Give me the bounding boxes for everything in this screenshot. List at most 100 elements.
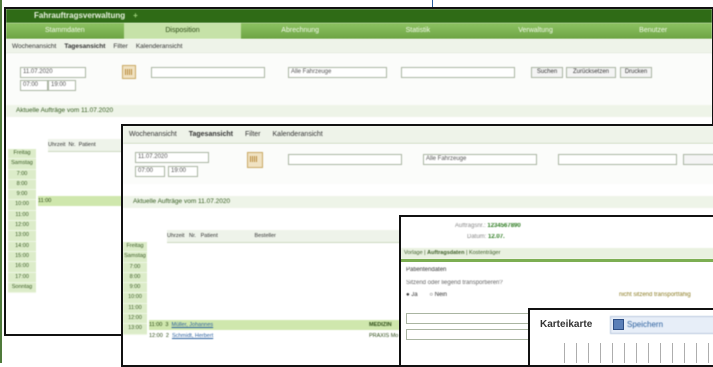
date-row: Datum: 12.07.: [467, 234, 505, 240]
record-card-title: Karteikarte: [540, 319, 593, 330]
tab-disposition[interactable]: Disposition: [123, 23, 242, 39]
time-cell[interactable]: 17:00: [8, 273, 36, 283]
table-row[interactable]: 11:00 3 Müller, Johannes MEDIZIN: [149, 320, 409, 330]
patient-search-input[interactable]: [288, 154, 402, 165]
order-number-label: Auftragsnr.:: [455, 223, 486, 229]
tab-benutzer[interactable]: Benutzer: [594, 23, 712, 39]
time-cell[interactable]: 8:00: [123, 273, 147, 284]
hint-text: nicht sitzend transportfähig: [619, 292, 691, 298]
highlight-row[interactable]: 11:00: [38, 196, 128, 206]
subtab-filter[interactable]: Filter: [113, 43, 127, 50]
time-column: Freitag Samstag 7:00 8:00 9:00 10:00 11:…: [8, 149, 36, 294]
table-row[interactable]: 12:00 2 Schmidt, Herbert PRAXIS Mo: [149, 331, 409, 341]
radio-yes[interactable]: ● Ja: [406, 292, 418, 298]
tab-verwaltung[interactable]: Verwaltung: [477, 23, 595, 39]
reset-button[interactable]: Zurücksetzen: [566, 67, 616, 78]
app-title: Fahrauftragsverwaltung: [34, 11, 126, 20]
time-from-input[interactable]: 07:00: [20, 80, 48, 91]
nav-item[interactable]: Kostenträger: [469, 250, 501, 256]
filter-row: 11.07.2020 07:00 19:00 Alle Fahrzeuge: [123, 144, 713, 184]
chart-ticks: [564, 343, 713, 363]
time-cell[interactable]: 10:00: [8, 200, 36, 211]
patient-search-input[interactable]: [151, 67, 265, 78]
status-select[interactable]: [558, 154, 677, 165]
time-cell[interactable]: 11:00: [8, 211, 36, 222]
radio-no[interactable]: ○ Nein: [429, 292, 447, 298]
time-cell[interactable]: 9:00: [8, 190, 36, 201]
print-button[interactable]: Drucken: [620, 67, 652, 78]
tab-stammdaten[interactable]: Stammdaten: [6, 23, 124, 39]
time-cell[interactable]: 12:00: [8, 221, 36, 232]
section-title: Patientendaten: [406, 267, 446, 273]
view-subtabs: Wochenansicht Tagesansicht Filter Kalend…: [6, 39, 712, 54]
time-cell[interactable]: Sonntag: [8, 283, 36, 294]
detail-input[interactable]: [406, 329, 530, 340]
background-edge: [0, 0, 2, 363]
subtab-calendar[interactable]: Kalenderansicht: [273, 131, 323, 138]
tab-abrechnung[interactable]: Abrechnung: [241, 23, 359, 39]
time-cell[interactable]: 14:00: [8, 242, 36, 252]
grid-header-time: Uhrzeit: [167, 233, 185, 239]
radio-group: ● Ja ○ Nein: [406, 292, 447, 298]
time-cell[interactable]: 13:00: [123, 324, 147, 335]
subtab-week[interactable]: Wochenansicht: [12, 43, 56, 50]
add-tab-icon[interactable]: +: [133, 11, 138, 20]
date-input[interactable]: 11.07.2020: [135, 152, 209, 163]
grid-header-patient: Patient: [78, 142, 96, 148]
time-cell[interactable]: 12:00: [123, 314, 147, 325]
calendar-icon[interactable]: [247, 152, 263, 168]
time-from-input[interactable]: 07:00: [135, 166, 165, 177]
subtab-filter[interactable]: Filter: [245, 131, 261, 138]
grid-header: Uhrzeit Nr. Patient: [48, 139, 128, 152]
question-label: Sitzend oder liegend transportieren?: [406, 280, 503, 286]
tab-statistik[interactable]: Statistik: [359, 23, 477, 39]
nav-item[interactable]: Vorlage: [404, 250, 423, 256]
time-to-input[interactable]: 19:00: [168, 166, 198, 177]
subtab-calendar[interactable]: Kalenderansicht: [136, 43, 183, 50]
time-cell[interactable]: 13:00: [8, 231, 36, 242]
time-cell[interactable]: 7:00: [8, 170, 36, 180]
date-input[interactable]: 11.07.2020: [20, 67, 86, 78]
time-to-input[interactable]: 19:00: [48, 80, 76, 91]
vehicle-select[interactable]: Alle Fahrzeuge: [423, 154, 537, 165]
subtab-week[interactable]: Wochenansicht: [129, 131, 177, 138]
detail-input[interactable]: [406, 313, 530, 324]
grid-header-besteller: Besteller: [254, 233, 276, 239]
time-cell[interactable]: 8:00: [8, 180, 36, 191]
row-besteller: PRAXIS Mo: [369, 333, 399, 339]
calendar-icon[interactable]: [122, 65, 136, 79]
grid-header-nr: Nr.: [189, 233, 197, 239]
status-select[interactable]: [401, 67, 515, 78]
grid-header-patient: Patient: [200, 233, 218, 239]
row-nr: 2: [165, 333, 169, 339]
row-nr: 3: [165, 322, 169, 328]
filter-row: 11.07.2020 07:00 19:00 Alle Fahrzeuge Su…: [6, 53, 712, 105]
section-title-text: Patientendaten: [406, 267, 447, 273]
highlight-row-time: 11:00: [38, 198, 52, 204]
grid-header-time: Uhrzeit: [48, 142, 66, 148]
order-navbar: Vorlage | Auftragsdaten | Kostenträger: [401, 248, 713, 259]
subtab-day[interactable]: Tagesansicht: [64, 43, 105, 50]
app-titlebar: Fahrauftragsverwaltung +: [6, 9, 712, 23]
row-time: 12:00: [149, 333, 163, 339]
nav-item[interactable]: Auftragsdaten: [427, 250, 464, 256]
time-cell[interactable]: 16:00: [8, 262, 36, 273]
save-button[interactable]: Speichern: [610, 316, 713, 334]
time-cell[interactable]: 11:00: [123, 304, 147, 315]
time-cell[interactable]: 9:00: [123, 283, 147, 294]
order-number-row: Auftragsnr.: 1234567890: [455, 223, 521, 229]
row-besteller: MEDIZIN: [369, 322, 392, 328]
time-cell[interactable]: Freitag: [123, 242, 147, 253]
time-cell[interactable]: Samstag: [123, 252, 147, 263]
search-button[interactable]: Suchen: [531, 67, 563, 78]
vehicle-select[interactable]: Alle Fahrzeuge: [288, 67, 387, 78]
time-cell[interactable]: 10:00: [123, 293, 147, 304]
subtab-day[interactable]: Tagesansicht: [189, 131, 233, 138]
save-icon: [613, 319, 624, 330]
time-cell[interactable]: 15:00: [8, 252, 36, 263]
grid-header: Uhrzeit Nr. Patient Besteller: [167, 230, 427, 243]
time-cell[interactable]: Freitag: [8, 149, 36, 160]
time-cell[interactable]: 7:00: [123, 263, 147, 273]
search-button[interactable]: [683, 154, 713, 165]
time-cell[interactable]: Samstag: [8, 159, 36, 170]
